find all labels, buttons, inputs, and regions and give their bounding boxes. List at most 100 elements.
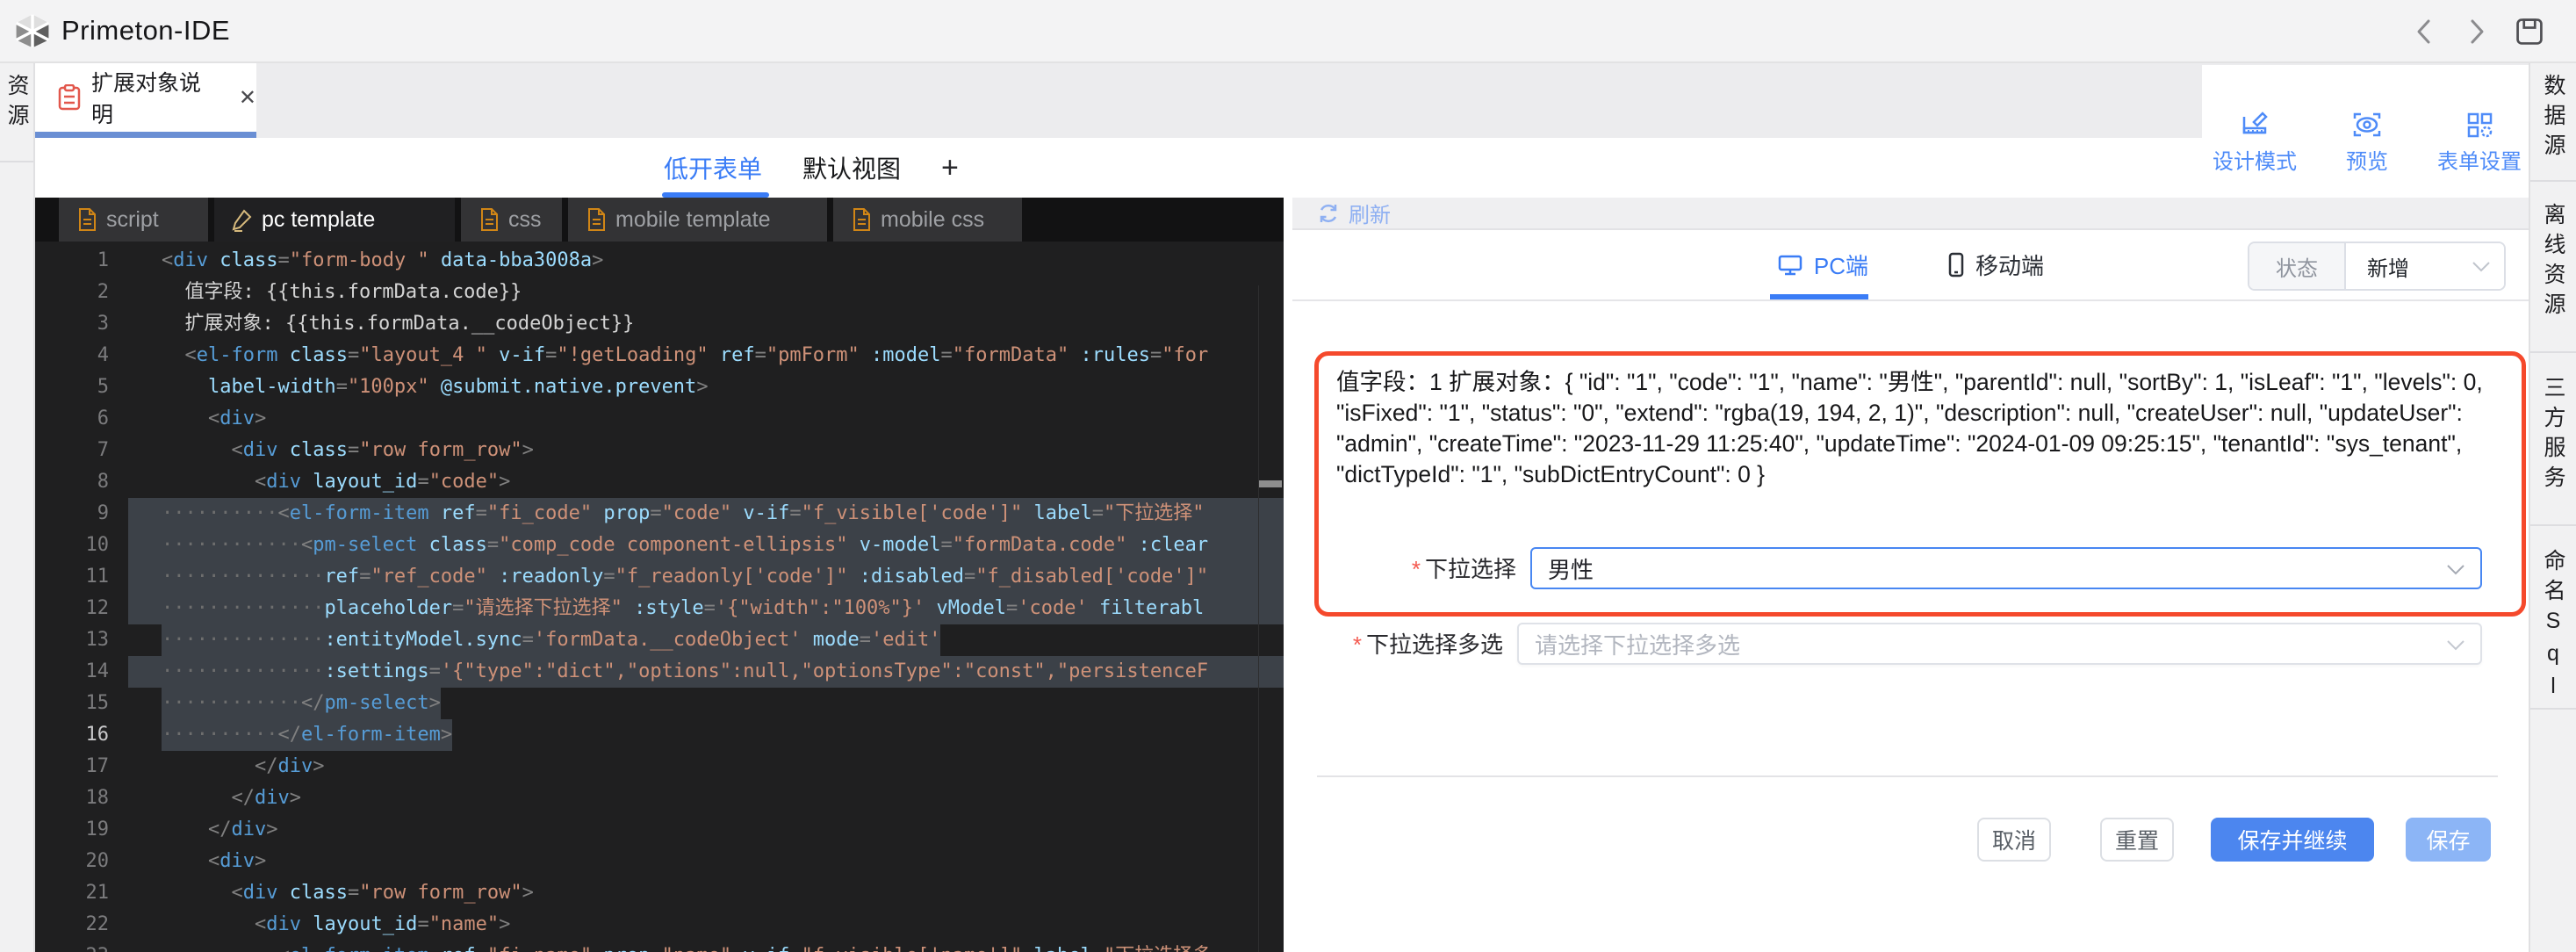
editor-tab-css[interactable]: css (461, 198, 562, 242)
header-actions: 设计模式 预览 表单设置 (2213, 110, 2522, 184)
line-number: 18 (35, 783, 128, 814)
dropdown-multiselect[interactable]: 请选择下拉选择多选 (1517, 623, 2482, 665)
code-line-1: 1<div class="form-body " data-bba3008a> (35, 245, 1284, 277)
back-icon[interactable] (2409, 17, 2439, 47)
left-rail: 资源 (0, 63, 35, 952)
forward-icon[interactable] (2462, 17, 2492, 47)
line-number: 8 (35, 466, 128, 498)
code-line-17: 17 </div> (35, 751, 1284, 783)
line-number: 12 (35, 593, 128, 624)
line-number: 10 (35, 530, 128, 561)
rail-item-0[interactable]: 资源 (0, 63, 33, 162)
editor-scrollbar-thumb[interactable] (1259, 480, 1282, 487)
reset-button[interactable]: 重置 (2100, 818, 2174, 862)
rail-item-label: 离线资源 (2537, 203, 2569, 351)
editor-tab-mobile-template[interactable]: mobile template (568, 198, 827, 242)
rail-item-label: 三方服务 (2537, 376, 2569, 524)
form-settings-button[interactable]: 表单设置 (2437, 110, 2522, 184)
design-mode-label: 设计模式 (2213, 144, 2297, 175)
tab-pc[interactable]: PC端 (1777, 230, 1868, 299)
code-line-19: 19 </div> (35, 814, 1284, 846)
preview-label: 预览 (2346, 144, 2388, 175)
editor-tab-label: mobile template (615, 207, 770, 233)
code-line-20: 20 <div> (35, 846, 1284, 877)
dropdown-multiselect-placeholder: 请选择下拉选择多选 (1535, 628, 1740, 660)
save-and-continue-button[interactable]: 保存并继续 (2211, 818, 2374, 862)
rail-item-0[interactable]: 数据源 (2530, 63, 2576, 182)
line-number: 20 (35, 846, 128, 877)
refresh-button[interactable]: 刷新 (1317, 198, 1391, 228)
editor-tab-pc-template[interactable]: pc template (214, 198, 455, 242)
field-row-multiselect: *下拉选择多选 请选择下拉选择多选 (1319, 623, 2482, 665)
design-mode-button[interactable]: 设计模式 (2213, 110, 2297, 184)
editor-tab-script[interactable]: script (59, 198, 208, 242)
document-icon (58, 84, 81, 111)
editor-tab-label: pc template (262, 207, 375, 233)
add-view-button[interactable]: + (941, 151, 959, 185)
preview-button[interactable]: 预览 (2346, 110, 2388, 184)
code-line-11: 11··············ref="ref_code" :readonly… (35, 561, 1284, 593)
device-tab-bar: PC端 移动端 状态 新增 (1292, 230, 2529, 301)
editor-tab-mobile-css[interactable]: mobile css (833, 198, 1022, 242)
dropdown-select-value: 男性 (1548, 552, 1594, 585)
rail-item-label: 资源 (1, 74, 32, 161)
code-line-18: 18 </div> (35, 783, 1284, 814)
chevron-down-icon (2471, 261, 2492, 273)
rail-item-1[interactable]: 离线资源 (2530, 182, 2576, 353)
title-bar: Primeton-IDE (0, 0, 2576, 63)
doc-tab-label: 扩展对象说明 (91, 66, 223, 129)
phone-icon (1947, 252, 1965, 278)
line-number: 9 (35, 498, 128, 530)
app-title: Primeton-IDE (61, 15, 230, 47)
code-line-23: 23 <el-form-item ref="fi_name" prop="nam… (35, 941, 1284, 952)
form-preview-panel: 刷新 PC端 移动端 状态 新增 值 (1292, 198, 2529, 952)
line-number: 16 (35, 719, 128, 751)
tab-default-view[interactable]: 默认视图 (802, 138, 901, 198)
button-row: 取消 重置 保存并继续 保存 (1292, 818, 2491, 862)
save-button[interactable]: 保存 (2406, 818, 2491, 862)
code-editor[interactable]: 1<div class="form-body " data-bba3008a> 2… (35, 242, 1284, 952)
tab-mobile[interactable]: 移动端 (1947, 230, 2044, 299)
doc-tab-active-underline (35, 132, 256, 138)
code-line-5: 5 label-width="100px" @submit.native.pre… (35, 371, 1284, 403)
rail-item-2[interactable]: 三方服务 (2530, 353, 2576, 526)
chevron-down-icon (2445, 564, 2466, 576)
status-select[interactable]: 状态 新增 (2248, 242, 2506, 291)
monitor-icon (1777, 253, 1803, 278)
refresh-label: 刷新 (1349, 198, 1391, 228)
app-logo-icon (14, 12, 51, 49)
dropdown-select[interactable]: 男性 (1530, 547, 2482, 589)
code-line-13: 13··············:entityModel.sync='formD… (35, 624, 1284, 656)
line-number: 13 (35, 624, 128, 656)
line-number: 5 (35, 371, 128, 403)
editor-tab-bar: script pc template css mobile template mobil… (35, 198, 1284, 242)
right-rail: 数据源离线资源三方服务命名Sql (2529, 63, 2576, 952)
save-icon[interactable] (2515, 17, 2544, 47)
code-line-14: 14··············:settings='{"type":"dict… (35, 656, 1284, 688)
line-number: 23 (35, 941, 128, 952)
line-number: 17 (35, 751, 128, 783)
refresh-icon (1317, 202, 1340, 225)
file-icon (479, 207, 500, 232)
line-number: 7 (35, 435, 128, 466)
line-number: 14 (35, 656, 128, 688)
code-line-16: 16··········</el-form-item> (35, 719, 1284, 751)
tab-lowcode-form[interactable]: 低开表单 (664, 138, 762, 198)
debug-text: 值字段：1 扩展对象：{ "id": "1", "code": "1", "na… (1336, 367, 2508, 490)
chevron-down-icon (2445, 639, 2466, 652)
line-number: 3 (35, 308, 128, 340)
code-line-15: 15············</pm-select> (35, 688, 1284, 719)
line-number: 15 (35, 688, 128, 719)
rail-item-3[interactable]: 命名Sql (2530, 526, 2576, 710)
line-number: 6 (35, 403, 128, 435)
cancel-button[interactable]: 取消 (1977, 818, 2051, 862)
pencil-icon (232, 207, 253, 232)
field-label-select: *下拉选择 (1336, 547, 1516, 589)
close-icon[interactable]: ✕ (239, 85, 256, 111)
doc-tab-extension-object[interactable]: 扩展对象说明 ✕ (35, 63, 256, 132)
form-settings-label: 表单设置 (2437, 144, 2522, 175)
editor-tab-label: mobile css (881, 207, 984, 233)
status-select-label: 状态 (2249, 243, 2346, 289)
editor-tab-label: script (106, 207, 159, 233)
code-line-10: 10············<pm-select class="comp_cod… (35, 530, 1284, 561)
